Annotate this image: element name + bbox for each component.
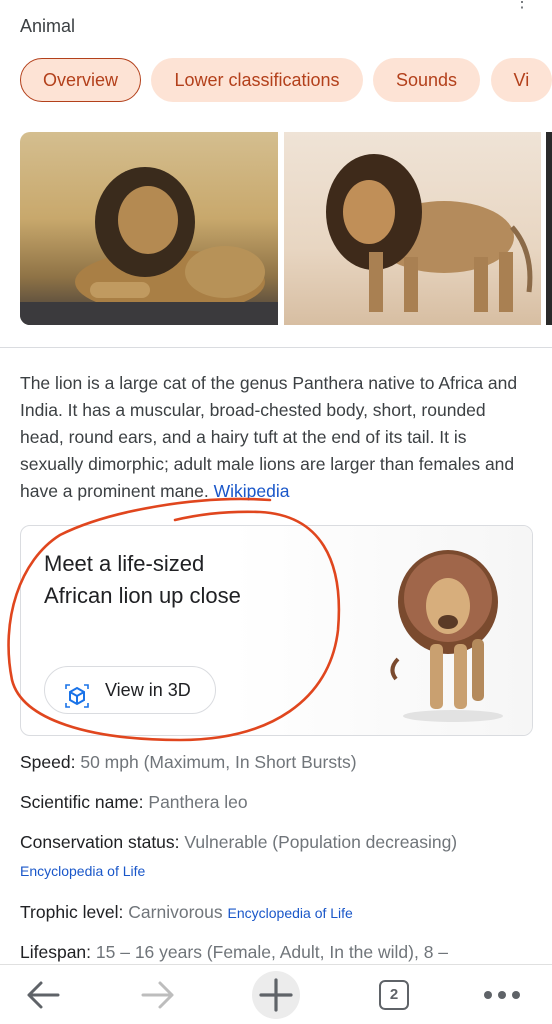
fact-trophic-value: Carnivorous <box>128 902 223 922</box>
tab-switcher-icon: 2 <box>379 980 409 1010</box>
fact-cons-value: Vulnerable (Population decreasing) <box>184 832 458 852</box>
forward-arrow-icon <box>141 981 174 1009</box>
section-divider <box>0 347 552 348</box>
back-button[interactable] <box>8 965 78 1024</box>
fact-lifespan-label: Lifespan: <box>20 942 92 962</box>
trophic-source-link[interactable]: Encyclopedia of Life <box>228 905 353 921</box>
card-3d-title: Meet a life-sized African lion up close <box>44 551 241 608</box>
header-remnant: ⋮ <box>0 0 552 11</box>
tab-switcher-button[interactable]: 2 <box>359 965 429 1024</box>
tab-overview[interactable]: Overview <box>20 58 142 102</box>
tab-lower-classifications[interactable]: Lower classifications <box>151 58 363 102</box>
fact-lifespan: Lifespan: 15 – 16 years (Female, Adult, … <box>20 942 448 963</box>
cube-3d-icon <box>65 679 89 708</box>
tab-videos[interactable]: Vi <box>490 58 552 102</box>
more-menu-button[interactable] <box>467 965 537 1024</box>
view-in-3d-button[interactable]: View in 3D <box>44 666 216 714</box>
fact-cons-label: Conservation status: <box>20 832 180 852</box>
plus-icon <box>259 978 293 1012</box>
entity-subtitle: Animal <box>20 16 76 36</box>
view-3d-card[interactable]: Meet a life-sized African lion up close … <box>20 525 533 736</box>
share-icon[interactable]: ⋮ <box>514 0 530 12</box>
lion-lying-image[interactable] <box>20 132 278 325</box>
fact-conservation: Conservation status: Vulnerable (Populat… <box>20 832 457 853</box>
lion-walking-image[interactable] <box>284 132 541 325</box>
browser-bottom-bar: 2 <box>0 964 552 1024</box>
fact-trophic: Trophic level: Carnivorous Encyclopedia … <box>20 902 353 923</box>
forward-button[interactable] <box>123 965 193 1024</box>
image-carousel[interactable] <box>20 132 552 325</box>
view-in-3d-label: View in 3D <box>105 680 191 700</box>
conservation-source-link[interactable]: Encyclopedia of Life <box>20 863 145 879</box>
fact-sci-label: Scientific name: <box>20 792 144 812</box>
lion-3d-preview[interactable] <box>388 544 518 724</box>
new-tab-button[interactable] <box>241 965 311 1024</box>
fact-speed-label: Speed: <box>20 752 76 772</box>
wikipedia-link[interactable]: Wikipedia <box>214 481 290 501</box>
fact-sci-value[interactable]: Panthera leo <box>148 792 247 812</box>
fact-scientific-name: Scientific name: Panthera leo <box>20 792 248 813</box>
new-tab-circle <box>252 971 300 1019</box>
fact-trophic-label: Trophic level: <box>20 902 124 922</box>
back-arrow-icon <box>27 981 60 1009</box>
next-image-peek[interactable] <box>546 132 552 325</box>
fact-lifespan-value: 15 – 16 years (Female, Adult, In the wil… <box>95 942 449 962</box>
fact-speed: Speed: 50 mph (Maximum, In Short Bursts) <box>20 752 357 773</box>
tab-sounds[interactable]: Sounds <box>373 58 481 102</box>
more-icon <box>484 991 520 999</box>
tab-bar: Overview Lower classifications Sounds Vi <box>20 58 552 102</box>
description: The lion is a large cat of the genus Pan… <box>20 370 532 505</box>
fact-speed-value: 50 mph (Maximum, In Short Bursts) <box>80 752 357 772</box>
